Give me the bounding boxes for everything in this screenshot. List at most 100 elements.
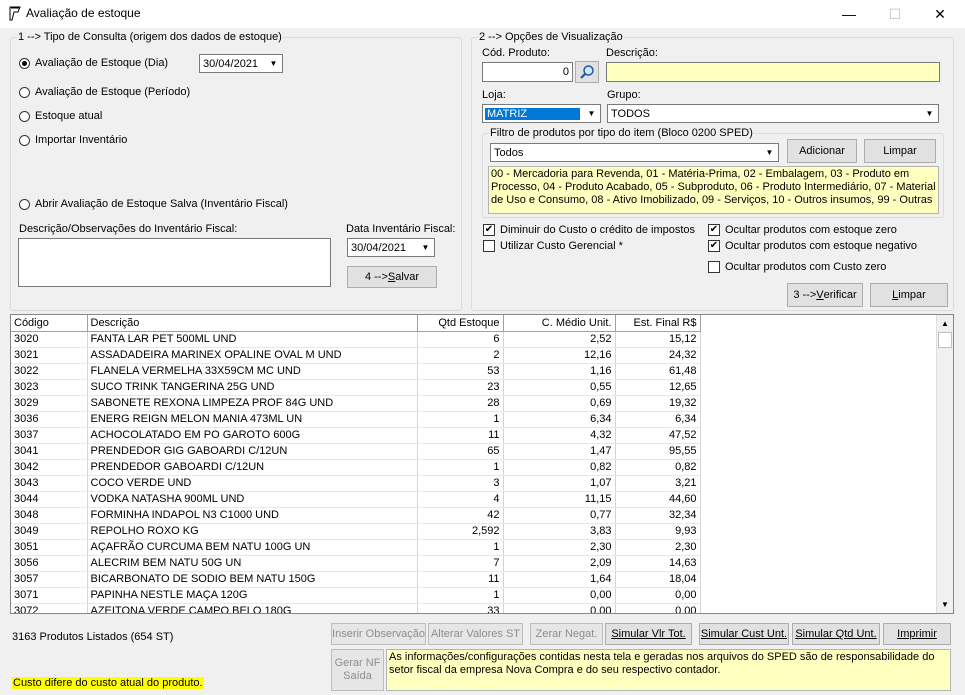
chevron-down-icon[interactable]: ▼ bbox=[266, 56, 281, 71]
table-row[interactable]: 3021 ASSADADEIRA MARINEX OPALINE OVAL M U… bbox=[11, 347, 701, 364]
save-rest: alvar bbox=[395, 271, 420, 283]
table-row[interactable]: 3056 ALECRIM BEM NATU 50G UN 7 2,09 14,63 bbox=[11, 555, 701, 572]
chevron-down-icon[interactable]: ▼ bbox=[922, 106, 937, 121]
radio-avaliacao-dia[interactable]: Avaliação de Estoque (Dia) bbox=[19, 57, 168, 69]
table-row[interactable]: 3037 ACHOCOLATADO EM PO GAROTO 600G 11 4,32… bbox=[11, 427, 701, 444]
check-diminuir-custo[interactable]: ✔ Diminuir do Custo o crédito de imposto… bbox=[483, 224, 695, 236]
descricao-label: Descrição: bbox=[606, 47, 658, 59]
simular-vlr-tot-button[interactable]: Simular Vlr Tot. bbox=[605, 623, 692, 645]
table-row[interactable]: 3048 FORMINHA INDAPOL N3 C1000 UND 42 0,77 3… bbox=[11, 507, 701, 524]
table-row[interactable]: 3042 PRENDEDOR GABOARDI C/12UN 1 0,82 0,82 bbox=[11, 459, 701, 476]
radio-indicator bbox=[19, 198, 30, 210]
products-table: Código Descrição Qtd Estoque C. Médio Un… bbox=[11, 315, 701, 613]
grid-vertical-scrollbar[interactable]: ▲ ▼ bbox=[936, 315, 953, 613]
column-header-est-final[interactable]: Est. Final R$ bbox=[615, 315, 701, 332]
chevron-down-icon[interactable]: ▼ bbox=[418, 240, 433, 255]
limpar-filtro-button[interactable]: Limpar bbox=[864, 139, 936, 163]
cost-warning-label: Custo difere do custo atual do produto. bbox=[12, 677, 204, 689]
table-row[interactable]: 3044 VODKA NATASHA 900ML UND 4 11,15 44,60 bbox=[11, 491, 701, 508]
date-dia-picker[interactable]: 30/04/2021 ▼ bbox=[199, 54, 283, 73]
table-cell: 4,32 bbox=[503, 427, 616, 444]
simular-qtd-unt-button[interactable]: Simular Qtd Unt. bbox=[792, 623, 880, 645]
verificar-rest: erificar bbox=[823, 289, 857, 301]
obs-textarea[interactable] bbox=[18, 238, 331, 287]
inv-date-picker[interactable]: 30/04/2021 ▼ bbox=[347, 238, 435, 257]
filtro-tipo-select[interactable]: Todos ▼ bbox=[490, 143, 779, 162]
table-row[interactable]: 3043 COCO VERDE UND 3 1,07 3,21 bbox=[11, 475, 701, 492]
chevron-down-icon[interactable]: ▼ bbox=[762, 145, 777, 160]
column-header-c-medio[interactable]: C. Médio Unit. bbox=[503, 315, 616, 332]
verificar-hotkey: V bbox=[816, 289, 824, 301]
products-grid[interactable]: Código Descrição Qtd Estoque C. Médio Un… bbox=[10, 314, 954, 614]
gerar-nf-saida-button[interactable]: Gerar NF Saída bbox=[331, 649, 384, 691]
radio-indicator bbox=[19, 134, 30, 146]
column-header-descricao[interactable]: Descrição bbox=[87, 315, 418, 332]
table-cell: 3056 bbox=[11, 555, 88, 572]
grupo-select[interactable]: TODOS ▼ bbox=[607, 104, 939, 123]
table-cell: 3,21 bbox=[615, 475, 701, 492]
radio-importar-inventario[interactable]: Importar Inventário bbox=[19, 134, 127, 146]
alterar-valores-st-button[interactable]: Alterar Valores ST bbox=[428, 623, 523, 645]
radio-label: Importar Inventário bbox=[35, 134, 128, 146]
imprimir-button[interactable]: Imprimir bbox=[883, 623, 951, 645]
table-cell: 2 bbox=[417, 347, 504, 364]
products-count: 3163 Produtos Listados (654 ST) bbox=[12, 631, 174, 643]
obs-label: Descrição/Observações do Inventário Fisc… bbox=[19, 223, 238, 235]
table-row[interactable]: 3023 SUCO TRINK TANGERINA 25G UND 23 0,55 12… bbox=[11, 379, 701, 396]
close-button[interactable]: ✕ bbox=[917, 0, 963, 28]
table-cell: 42 bbox=[417, 507, 504, 524]
table-row[interactable]: 3071 PAPINHA NESTLE MAÇA 120G 1 0,00 0,00 bbox=[11, 587, 701, 604]
check-ocultar-estoque-negativo[interactable]: ✔ Ocultar produtos com estoque negativo bbox=[708, 240, 917, 252]
table-cell: 18,04 bbox=[615, 571, 701, 588]
verificar-prefix: 3 --> bbox=[793, 289, 817, 301]
limpar-button[interactable]: Limpar bbox=[870, 283, 948, 307]
radio-abrir-avaliacao-salva[interactable]: Abrir Avaliação de Estoque Salva (Invent… bbox=[19, 198, 288, 210]
table-row[interactable]: 3029 SABONETE REXONA LIMPEZA PROF 84G UND… bbox=[11, 395, 701, 412]
checkbox-label: Utilizar Custo Gerencial * bbox=[500, 240, 623, 252]
table-row[interactable]: 3057 BICARBONATO DE SODIO BEM NATU 150G 11… bbox=[11, 571, 701, 588]
cod-produto-input[interactable]: 0 bbox=[482, 62, 573, 82]
check-ocultar-estoque-zero[interactable]: ✔ Ocultar produtos com estoque zero bbox=[708, 224, 897, 236]
checkbox-label: Ocultar produtos com estoque zero bbox=[725, 224, 897, 236]
check-ocultar-custo-zero[interactable]: Ocultar produtos com Custo zero bbox=[708, 261, 886, 273]
radio-estoque-atual[interactable]: Estoque atual bbox=[19, 110, 102, 122]
scroll-down-icon[interactable]: ▼ bbox=[937, 596, 953, 613]
checkbox-label: Diminuir do Custo o crédito de impostos bbox=[500, 224, 696, 236]
table-cell: 3041 bbox=[11, 443, 88, 460]
table-cell: 0,00 bbox=[503, 603, 616, 613]
search-button[interactable] bbox=[575, 61, 599, 83]
column-header-codigo[interactable]: Código bbox=[11, 315, 88, 332]
table-cell: 1,07 bbox=[503, 475, 616, 492]
maximize-button[interactable]: ☐ bbox=[872, 0, 918, 28]
table-row[interactable]: 3022 FLANELA VERMELHA 33X59CM MC UND 53 1,1… bbox=[11, 363, 701, 380]
table-row[interactable]: 3041 PRENDEDOR GIG GABOARDI C/12UN 65 1,47 9… bbox=[11, 443, 701, 460]
adicionar-button[interactable]: Adicionar bbox=[787, 139, 857, 163]
table-row[interactable]: 3049 REPOLHO ROXO KG 2,592 3,83 9,93 bbox=[11, 523, 701, 540]
inserir-observacao-button[interactable]: Inserir Observação bbox=[331, 623, 426, 645]
table-row[interactable]: 3051 AÇAFRÃO CURCUMA BEM NATU 100G UN 1 2,3… bbox=[11, 539, 701, 556]
table-cell: 3042 bbox=[11, 459, 88, 476]
check-custo-gerencial[interactable]: Utilizar Custo Gerencial * bbox=[483, 240, 623, 252]
table-cell: 1 bbox=[417, 539, 504, 556]
table-cell: 3057 bbox=[11, 571, 88, 588]
chevron-down-icon[interactable]: ▼ bbox=[584, 106, 599, 121]
minimize-button[interactable]: — bbox=[826, 0, 872, 28]
table-cell: 3 bbox=[417, 475, 504, 492]
verificar-button[interactable]: 3 --> Verificar bbox=[787, 283, 863, 307]
loja-select[interactable]: MATRIZ ▼ bbox=[482, 104, 601, 123]
table-row[interactable]: 3072 AZEITONA VERDE CAMPO BELO 180G 33 0,00… bbox=[11, 603, 701, 613]
table-row[interactable]: 3036 ENERG REIGN MELON MANIA 473ML UN 1 6,3… bbox=[11, 411, 701, 428]
radio-avaliacao-periodo[interactable]: Avaliação de Estoque (Período) bbox=[19, 86, 190, 98]
filtro-tipos-text: 00 - Mercadoria para Revenda, 01 - Matér… bbox=[488, 166, 939, 214]
zerar-negat-button[interactable]: Zerar Negat. bbox=[530, 623, 603, 645]
column-header-qtd-estoque[interactable]: Qtd Estoque bbox=[417, 315, 504, 332]
table-row[interactable]: 3020 FANTA LAR PET 500ML UND 6 2,52 15,12 bbox=[11, 331, 701, 348]
scroll-thumb[interactable] bbox=[938, 332, 952, 348]
save-button[interactable]: 4 --> Salvar bbox=[347, 266, 437, 288]
table-cell: BICARBONATO DE SODIO BEM NATU 150G bbox=[87, 571, 418, 588]
table-cell: 32,34 bbox=[615, 507, 701, 524]
gerar-nf-line1: Gerar NF bbox=[334, 657, 381, 669]
descricao-input[interactable] bbox=[606, 62, 940, 82]
simular-cust-unt-button[interactable]: Simular Cust Unt. bbox=[699, 623, 789, 645]
scroll-up-icon[interactable]: ▲ bbox=[937, 315, 953, 332]
